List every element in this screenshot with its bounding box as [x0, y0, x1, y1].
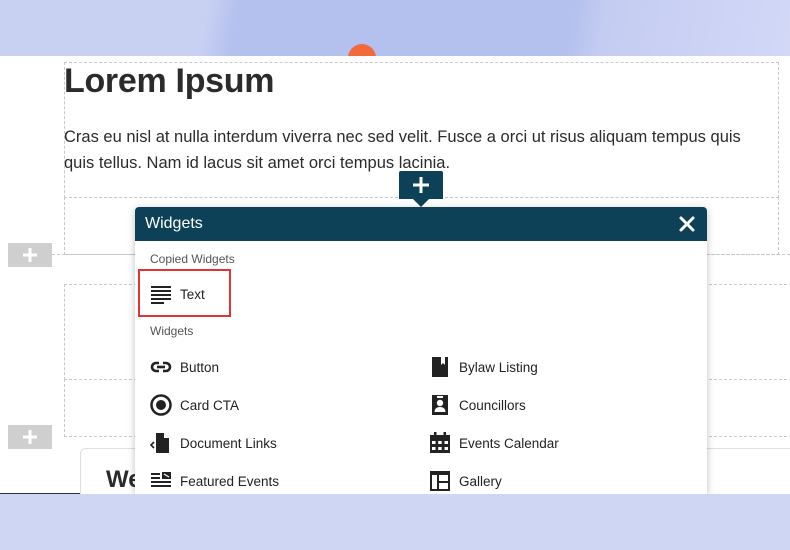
- footer-banner: [0, 494, 790, 550]
- featured-list-icon: [150, 470, 172, 492]
- widget-label: Bylaw Listing: [459, 359, 538, 375]
- widget-featured-events[interactable]: Featured Events: [150, 467, 279, 494]
- calendar-icon: [429, 432, 451, 454]
- widget-label: Gallery: [459, 473, 502, 489]
- widget-events-calendar[interactable]: Events Calendar: [429, 429, 559, 457]
- person-badge-icon: [429, 394, 451, 416]
- widgets-modal: Widgets Copied Widgets Text Widgets Butt…: [135, 207, 707, 494]
- widget-label: Document Links: [180, 435, 277, 451]
- plus-icon: [413, 177, 429, 193]
- add-section-button-lower[interactable]: [8, 425, 52, 449]
- modal-title: Widgets: [145, 215, 203, 232]
- widget-gallery[interactable]: Gallery: [429, 467, 502, 494]
- add-widget-button-active[interactable]: [399, 171, 443, 199]
- widget-label: Events Calendar: [459, 435, 559, 451]
- widget-label: Button: [180, 359, 220, 375]
- document-code-icon: [150, 432, 172, 454]
- text-lines-icon: [150, 283, 172, 305]
- close-button[interactable]: [677, 214, 697, 234]
- widget-card-cta[interactable]: Card CTA: [150, 391, 239, 419]
- widget-document-links[interactable]: Document Links: [150, 429, 277, 457]
- plus-icon: [23, 248, 37, 262]
- widget-bylaw-listing[interactable]: Bylaw Listing: [429, 353, 538, 381]
- modal-header: Widgets: [135, 207, 707, 241]
- copied-widgets-label: Copied Widgets: [150, 252, 235, 266]
- widget-label: Councillors: [459, 397, 526, 413]
- widget-button[interactable]: Button: [150, 353, 219, 381]
- plus-icon: [23, 430, 37, 444]
- page-heading: Lorem Ipsum: [64, 62, 275, 100]
- target-icon: [150, 394, 172, 416]
- widget-councillors[interactable]: Councillors: [429, 391, 526, 419]
- widget-label: Featured Events: [180, 473, 280, 489]
- book-icon: [429, 356, 451, 378]
- widget-label: Card CTA: [180, 397, 240, 413]
- copied-widget-text[interactable]: Text: [150, 280, 205, 308]
- widgets-section-label: Widgets: [150, 324, 194, 338]
- popover-pointer: [413, 199, 429, 207]
- close-icon: [679, 216, 695, 232]
- gallery-icon: [429, 470, 451, 492]
- body-paragraph: Cras eu nisl at nulla interdum viverra n…: [64, 128, 741, 172]
- header-banner: [0, 0, 790, 56]
- banner-decoration: [348, 44, 376, 56]
- link-icon: [150, 356, 172, 378]
- add-section-button[interactable]: [8, 243, 52, 267]
- copied-widget-label: Text: [180, 286, 205, 302]
